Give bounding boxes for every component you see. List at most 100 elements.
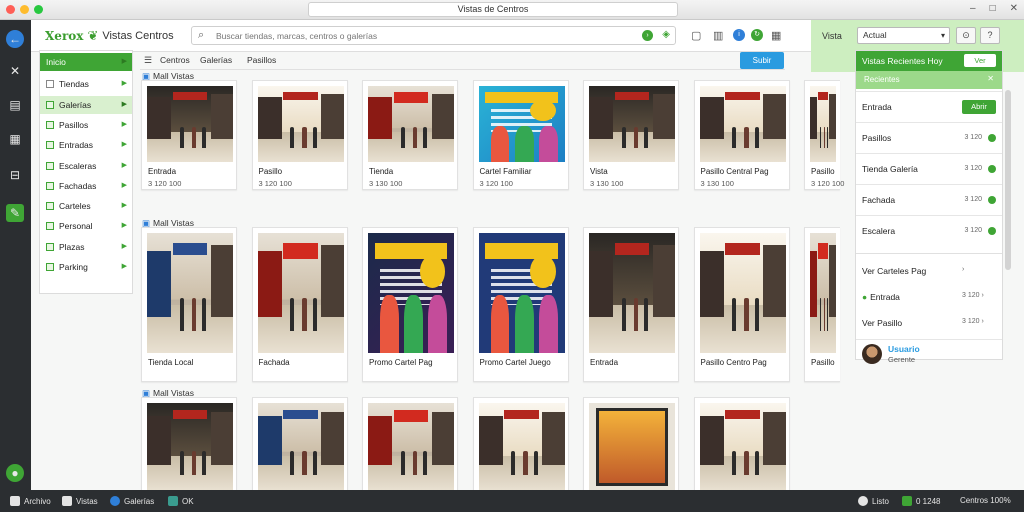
nav-item[interactable]: Fachadas ▶ bbox=[40, 177, 132, 195]
close-icon[interactable]: ✕ bbox=[987, 74, 994, 83]
avatar[interactable] bbox=[862, 344, 882, 364]
tab-galerias[interactable]: Galerías bbox=[200, 55, 232, 65]
thumbnail-image[interactable] bbox=[810, 86, 836, 162]
image-search-icon[interactable]: ◈ bbox=[662, 29, 670, 40]
recent-row[interactable]: Entrada Abrir bbox=[856, 91, 1002, 121]
grid-icon[interactable]: ▦ bbox=[771, 29, 781, 42]
thumbnail-image[interactable] bbox=[257, 233, 344, 353]
thumbnail-image[interactable] bbox=[699, 233, 786, 353]
media-card[interactable]: Pasillo bbox=[804, 227, 840, 382]
recent-link[interactable]: Ver Carteles Pag › bbox=[862, 266, 964, 276]
thumbnail-image[interactable] bbox=[368, 233, 454, 353]
thumbnail-image[interactable] bbox=[368, 86, 454, 162]
back-icon[interactable]: ← bbox=[6, 30, 24, 48]
nav-item[interactable]: Personal ▶ bbox=[40, 217, 132, 235]
thumbnail-image[interactable] bbox=[257, 403, 344, 491]
maximize-button[interactable]: □ bbox=[990, 3, 996, 14]
nav-item[interactable]: Pasillos ▶ bbox=[40, 116, 132, 134]
close-dot[interactable] bbox=[6, 5, 15, 14]
help-button[interactable]: ? bbox=[980, 27, 1000, 44]
tab-centros[interactable]: Centros bbox=[160, 55, 190, 65]
recent-link[interactable]: ● Entrada 3 120 › bbox=[862, 292, 984, 302]
media-card[interactable]: Tienda Local bbox=[141, 227, 237, 382]
nav-item[interactable]: Tiendas ▶ bbox=[40, 75, 132, 93]
recent-row[interactable]: Fachada 3 120 bbox=[856, 184, 1002, 214]
user-card[interactable]: Usuario Gerente bbox=[856, 339, 1002, 375]
book-icon[interactable]: ▥ bbox=[713, 29, 723, 42]
thumbnail-image[interactable] bbox=[699, 86, 786, 162]
nav-item[interactable]: Inicio ▶ bbox=[40, 53, 132, 71]
view-select[interactable]: Actual ▾ bbox=[857, 27, 950, 44]
media-card[interactable]: Pasillo 3 120 100 bbox=[251, 80, 348, 190]
recent-row-label: Entrada bbox=[862, 102, 892, 112]
media-card[interactable]: Entrada bbox=[583, 227, 679, 382]
search-input[interactable] bbox=[216, 29, 616, 42]
thumbnail-image[interactable] bbox=[589, 86, 675, 162]
search-box[interactable]: ⌕ › ◈ bbox=[191, 26, 676, 45]
thumbnail-image[interactable] bbox=[589, 233, 675, 353]
thumbnail-image[interactable] bbox=[147, 233, 233, 353]
recent-subheader: Recientes ✕ bbox=[856, 71, 1002, 89]
media-card[interactable]: Promo Cartel Pag bbox=[362, 227, 458, 382]
tools-icon[interactable]: ✕ bbox=[6, 62, 24, 80]
nav-item[interactable]: Escaleras ▶ bbox=[40, 157, 132, 175]
share-icon[interactable]: ↻ bbox=[751, 29, 763, 41]
inbox-icon[interactable]: ⊟ bbox=[6, 166, 24, 184]
media-card[interactable]: Cartel Familiar 3 120 100 bbox=[472, 80, 569, 190]
maximize-dot[interactable] bbox=[34, 5, 43, 14]
card-caption: Cartel Familiar bbox=[479, 167, 532, 176]
thumbnail-image[interactable] bbox=[478, 233, 565, 353]
status-icon[interactable]: ● bbox=[6, 464, 24, 482]
info-icon[interactable]: i bbox=[733, 29, 745, 41]
recent-row[interactable]: Escalera 3 120 bbox=[856, 215, 1002, 245]
media-card[interactable]: Fachada bbox=[251, 227, 348, 382]
clipboard-icon[interactable]: ▢ bbox=[691, 29, 701, 42]
target-button[interactable]: ⊙ bbox=[956, 27, 976, 44]
media-card[interactable]: Pasillo 3 120 100 bbox=[804, 80, 844, 190]
go-icon[interactable]: › bbox=[642, 30, 653, 41]
thumbnail-image[interactable] bbox=[810, 233, 836, 353]
close-button[interactable]: ✕ bbox=[1010, 3, 1018, 14]
document-icon[interactable]: ▤ bbox=[6, 96, 24, 114]
media-card[interactable]: Pasillo Central Pag 3 130 100 bbox=[693, 80, 790, 190]
filter-icon[interactable]: ☰ bbox=[144, 55, 152, 66]
nav-item[interactable]: Entradas ▶ bbox=[40, 136, 132, 154]
tab-pasillos[interactable]: Pasillos bbox=[247, 55, 276, 65]
nav-item[interactable]: Carteles ▶ bbox=[40, 197, 132, 215]
status-ready: Listo bbox=[858, 496, 889, 506]
chart-icon[interactable]: ▦ bbox=[6, 130, 24, 148]
thumbnail-image[interactable] bbox=[478, 86, 565, 162]
status-archivo[interactable]: Archivo bbox=[10, 496, 51, 506]
view-all-button[interactable]: Ver bbox=[964, 54, 996, 67]
logo: Xerox ❦ Vistas Centros bbox=[45, 28, 174, 44]
checkbox-icon bbox=[46, 202, 54, 211]
thumbnail-image[interactable] bbox=[589, 403, 675, 491]
minimize-dot[interactable] bbox=[20, 5, 29, 14]
upload-button[interactable]: Subir bbox=[740, 52, 784, 69]
edit-icon[interactable]: ✎ bbox=[6, 204, 24, 222]
media-card[interactable]: Tienda 3 130 100 bbox=[362, 80, 458, 190]
recent-row[interactable]: Pasillos 3 120 bbox=[856, 122, 1002, 152]
thumbnail-image[interactable] bbox=[257, 86, 344, 162]
minimize-button[interactable]: – bbox=[970, 3, 976, 14]
open-button[interactable]: Abrir bbox=[962, 100, 996, 114]
nav-item[interactable]: Plazas ▶ bbox=[40, 238, 132, 256]
media-card[interactable]: Entrada 3 120 100 bbox=[141, 80, 237, 190]
thumbnail-image[interactable] bbox=[147, 403, 233, 491]
status-ok[interactable]: OK bbox=[168, 496, 194, 506]
thumbnail-image[interactable] bbox=[147, 86, 233, 162]
recent-row[interactable]: Tienda Galería 3 120 bbox=[856, 153, 1002, 183]
status-vistas[interactable]: Vistas bbox=[62, 496, 98, 506]
recent-link[interactable]: Ver Pasillo 3 120 › bbox=[862, 318, 984, 328]
scrollbar[interactable] bbox=[1005, 90, 1011, 270]
media-card[interactable]: Vista 3 130 100 bbox=[583, 80, 679, 190]
nav-item[interactable]: Galerías ▶ bbox=[40, 95, 132, 114]
thumbnail-image[interactable] bbox=[699, 403, 786, 491]
left-rail: ← ✕ ▤ ▦ ⊟ ✎ ● bbox=[0, 20, 31, 490]
thumbnail-image[interactable] bbox=[368, 403, 454, 491]
media-card[interactable]: Pasillo Centro Pag bbox=[693, 227, 790, 382]
status-galerias[interactable]: Galerías bbox=[110, 496, 154, 506]
media-card[interactable]: Promo Cartel Juego bbox=[472, 227, 569, 382]
nav-item[interactable]: Parking ▶ bbox=[40, 258, 132, 276]
thumbnail-image[interactable] bbox=[478, 403, 565, 491]
